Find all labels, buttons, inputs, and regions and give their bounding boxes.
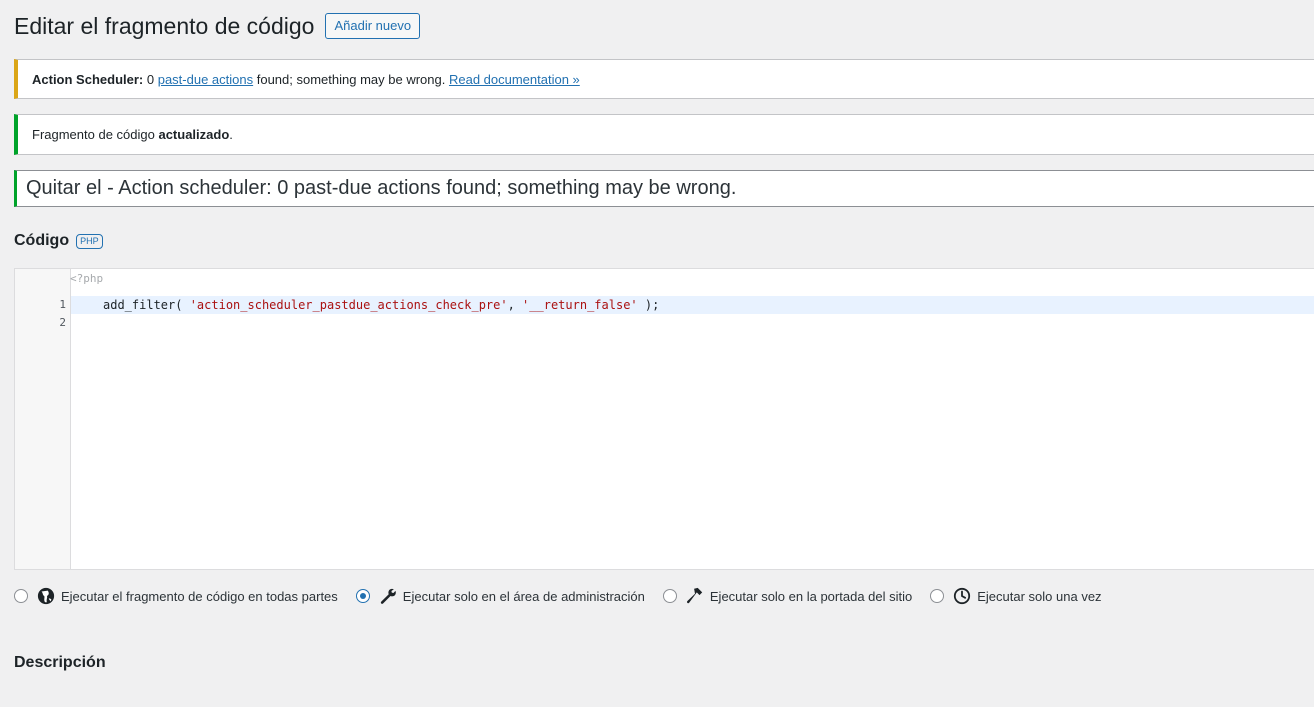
code-string: 'action_scheduler_pastdue_actions_check_… (189, 298, 508, 312)
past-due-actions-link[interactable]: past-due actions (158, 72, 253, 87)
scope-label: Ejecutar solo en el área de administraci… (402, 588, 645, 604)
globe-icon (37, 587, 55, 605)
scope-label: Ejecutar solo una vez (977, 588, 1102, 604)
code-separator: , (507, 298, 523, 312)
scope-radio-admin[interactable] (355, 589, 370, 603)
success-bold: actualizado (158, 127, 230, 142)
code-suffix: ); (637, 298, 660, 312)
snippet-updated-notice: Fragmento de código actualizado. (14, 114, 1314, 155)
scope-radio-everywhere[interactable] (14, 589, 28, 603)
code-line[interactable]: 2 (15, 314, 1314, 332)
scope-options: Ejecutar el fragmento de código en todas… (14, 587, 1120, 605)
code-line[interactable]: 1 add_filter( 'action_scheduler_pastdue_… (15, 296, 1314, 314)
php-open-tag: <?php (70, 272, 104, 285)
clock-icon (953, 587, 971, 605)
scope-option-everywhere[interactable]: Ejecutar el fragmento de código en todas… (14, 587, 338, 605)
success-text: Fragmento de código actualizado. (32, 127, 233, 142)
scope-option-once[interactable]: Ejecutar solo una vez (930, 587, 1102, 605)
code-editor[interactable]: <?php 1 add_filter( 'action_scheduler_pa… (14, 268, 1314, 570)
add-new-button[interactable]: Añadir nuevo (325, 13, 421, 39)
scope-label: Ejecutar solo en la portada del sitio (709, 588, 913, 604)
code-title: Código (14, 232, 70, 249)
warning-text: Action Scheduler: 0 past-due actions fou… (32, 72, 580, 87)
line-content[interactable]: add_filter( 'action_scheduler_pastdue_ac… (71, 296, 1314, 314)
scope-label: Ejecutar el fragmento de código en todas… (61, 588, 338, 604)
line-number: 1 (59, 298, 66, 311)
success-prefix: Fragmento de código (32, 127, 159, 142)
code-string: '__return_false' (522, 298, 638, 312)
title-row: Editar el fragmento de código Añadir nue… (14, 11, 421, 41)
scope-option-admin[interactable]: Ejecutar solo en el área de administraci… (355, 587, 645, 605)
hammer-icon (686, 587, 704, 605)
scope-option-frontend[interactable]: Ejecutar solo en la portada del sitio (662, 587, 913, 605)
page-title: Editar el fragmento de código (14, 13, 315, 39)
snippet-name-input[interactable]: Quitar el - Action scheduler: 0 past-due… (14, 170, 1314, 207)
success-suffix: . (229, 127, 233, 142)
code-heading: Código PHP (14, 232, 103, 250)
read-documentation-link[interactable]: Read documentation » (449, 72, 580, 87)
scope-radio-frontend[interactable] (662, 589, 677, 603)
code-function: add_filter( (103, 298, 190, 312)
warning-middle: found; something may be wrong. (253, 71, 449, 87)
line-number: 2 (59, 316, 66, 329)
warning-prefix: Action Scheduler: (32, 71, 144, 87)
php-badge: PHP (76, 233, 103, 249)
warning-count: 0 (143, 71, 158, 87)
scope-radio-once[interactable] (930, 589, 945, 603)
edit-snippet-page: Editar el fragmento de código Añadir nue… (0, 0, 1314, 707)
description-heading: Descripción (14, 654, 106, 671)
action-scheduler-warning-notice: Action Scheduler: 0 past-due actions fou… (14, 59, 1314, 99)
wrench-icon (379, 587, 397, 605)
